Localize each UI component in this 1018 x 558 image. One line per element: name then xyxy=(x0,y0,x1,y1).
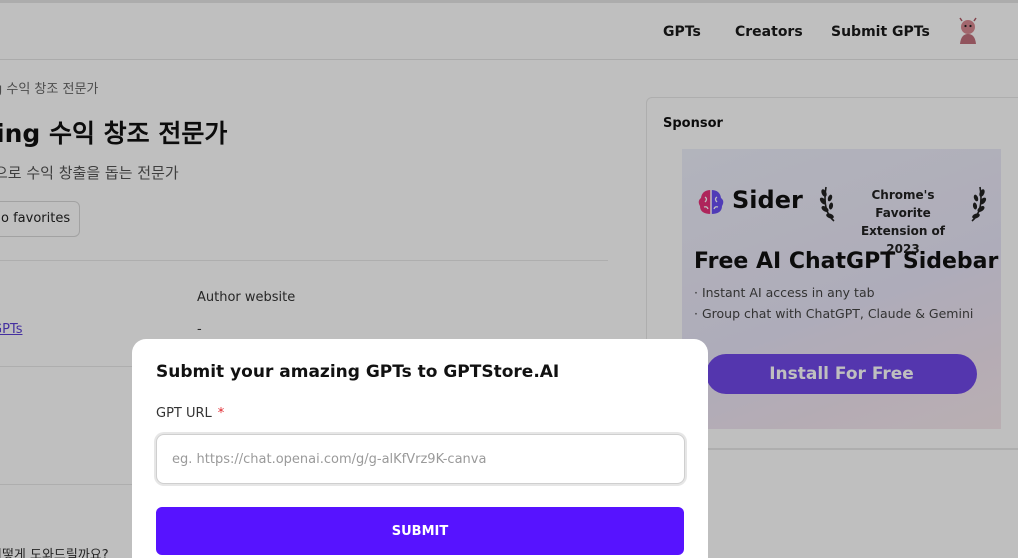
gpt-url-label-text: GPT URL xyxy=(156,406,212,421)
page: GPTs Creators Submit GPTs g 수익 창조 전문가 in… xyxy=(0,0,1018,558)
gpt-url-label: GPT URL * xyxy=(156,406,224,421)
submit-gpt-modal: Submit your amazing GPTs to GPTStore.AI … xyxy=(132,339,708,558)
gpt-url-input[interactable] xyxy=(156,434,685,484)
submit-button[interactable]: SUBMIT xyxy=(156,507,684,555)
required-asterisk: * xyxy=(217,406,225,421)
modal-title: Submit your amazing GPTs to GPTStore.AI xyxy=(156,362,560,382)
